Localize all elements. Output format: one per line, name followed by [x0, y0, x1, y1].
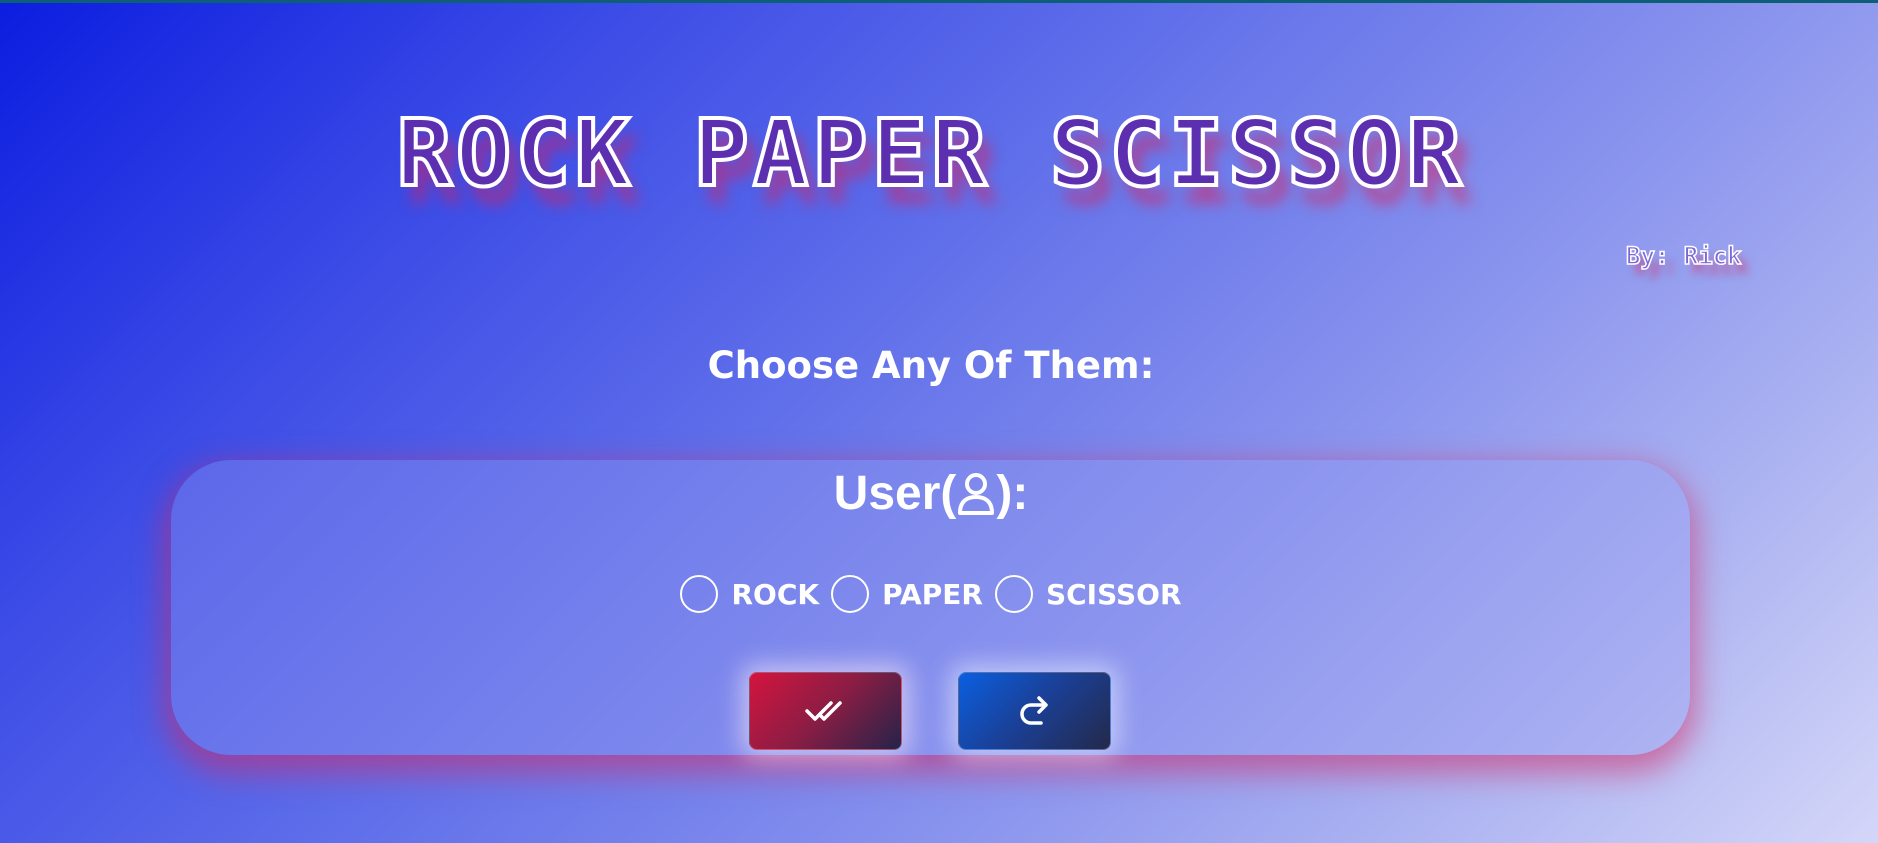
choose-prompt: Choose Any Of Them: [707, 344, 1155, 387]
scissor-radio[interactable] [994, 575, 1033, 613]
redo-arrow-icon [1015, 691, 1055, 731]
double-check-icon [804, 698, 847, 724]
choice-options: ROCK PAPER SCISSOR [0, 575, 1862, 613]
page-title: ROCK PAPER SCISSOR [395, 98, 1466, 209]
option-rock[interactable]: ROCK [680, 575, 819, 613]
rock-radio[interactable] [680, 575, 719, 613]
user-heading-suffix: ): [996, 467, 1029, 520]
reset-button[interactable] [958, 672, 1111, 750]
user-heading-prefix: User( [833, 467, 957, 520]
top-accent-strip [0, 0, 1878, 3]
submit-button[interactable] [749, 672, 902, 750]
user-icon [956, 471, 996, 515]
author-credit: By: Rick [1625, 241, 1742, 271]
user-heading: User(): [0, 466, 1862, 521]
paper-radio[interactable] [831, 575, 870, 613]
scissor-label: SCISSOR [1045, 577, 1182, 611]
option-scissor[interactable]: SCISSOR [994, 575, 1182, 613]
option-paper[interactable]: PAPER [831, 575, 983, 613]
paper-label: PAPER [882, 577, 983, 611]
rock-label: ROCK [731, 577, 820, 611]
